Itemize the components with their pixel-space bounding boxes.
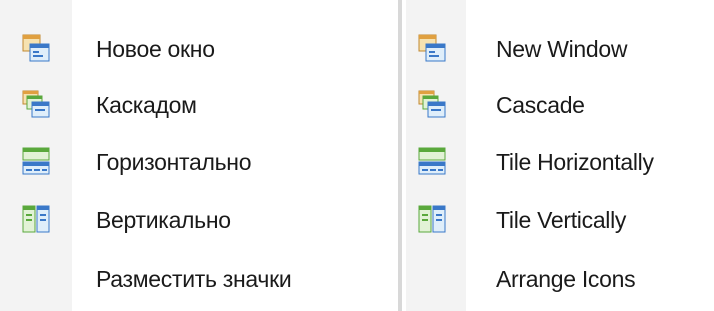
menu-item-label: Tile Horizontally [496,149,654,175]
divider [398,0,402,311]
tile-horizontal-icon [418,147,446,175]
menu-item-label: Вертикально [96,207,231,233]
menu-item-label: Arrange Icons [496,266,636,292]
menu-item-arrange-icons[interactable]: Arrange Icons [406,252,714,308]
menu-item-label: Горизонтально [96,149,252,175]
menu-item-label: New Window [496,36,628,62]
new-window-icon [418,34,446,62]
tile-horizontal-icon [22,147,50,175]
menu-item-label: Разместить значки [96,266,292,292]
menu-item-label: Cascade [496,92,585,118]
menu-item-tile-vertically[interactable]: Tile Vertically [406,193,714,249]
menu-item-tile-horizontally[interactable]: Tile Horizontally [406,135,714,191]
menu-item-tile-horizontally[interactable]: Горизонтально [0,135,398,191]
cascade-icon [418,90,446,118]
menu-item-arrange-icons[interactable]: Разместить значки [0,252,398,308]
menu-item-tile-vertically[interactable]: Вертикально [0,193,398,249]
window-menu-russian: Новое окно Каскадом Горизонтально Вертик… [0,0,398,311]
menu-item-label: Каскадом [96,92,197,118]
menu-item-cascade[interactable]: Cascade [406,78,714,134]
tile-vertical-icon [418,205,446,233]
new-window-icon [22,34,50,62]
menu-item-cascade[interactable]: Каскадом [0,78,398,134]
menu-item-new-window[interactable]: Новое окно [0,22,398,78]
menu-item-label: Новое окно [96,36,215,62]
tile-vertical-icon [22,205,50,233]
cascade-icon [22,90,50,118]
menu-item-label: Tile Vertically [496,207,627,233]
window-menu-english: New Window Cascade Tile Horizontally Til… [406,0,714,311]
menu-item-new-window[interactable]: New Window [406,22,714,78]
